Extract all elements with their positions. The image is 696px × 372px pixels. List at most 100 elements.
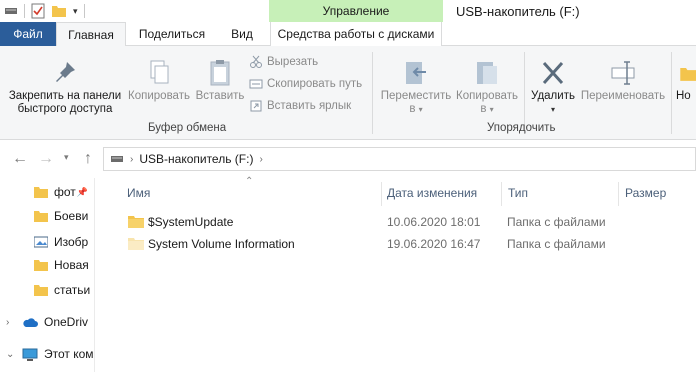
delete-label: Удалить: [531, 90, 575, 102]
file-row[interactable]: System Volume Information 19.06.2020 16:…: [122, 233, 696, 255]
column-header-date[interactable]: Дата изменения: [387, 178, 477, 208]
breadcrumb-chevron-icon[interactable]: ›: [130, 154, 133, 165]
copy-path-button[interactable]: Скопировать путь: [249, 77, 362, 91]
nav-item-this-pc[interactable]: ⌄ Этот ком: [0, 343, 94, 365]
column-separator[interactable]: [501, 182, 502, 206]
pictures-icon: [34, 236, 48, 248]
expand-chevron-icon[interactable]: ›: [6, 317, 9, 328]
shortcut-icon: [250, 100, 262, 112]
copy-to-icon: [477, 62, 497, 84]
column-header-type[interactable]: Тип: [508, 178, 528, 208]
quick-access-toolbar: ▾: [4, 3, 85, 19]
move-to-label-line2: в ▾: [409, 103, 423, 115]
pin-quick-access-button[interactable]: Закрепить на панели быстрого доступа: [6, 58, 124, 116]
file-list: ⌃ Имя Дата изменения Тип Размер $SystemU…: [95, 176, 696, 372]
nav-item-quick-1[interactable]: фот 📌: [0, 181, 94, 203]
nav-item-quick-5[interactable]: статьи: [0, 279, 94, 301]
nav-item-label: Боеви: [54, 209, 89, 223]
nav-item-label: Новая: [54, 258, 89, 272]
computer-icon: [22, 348, 38, 361]
breadcrumb-location[interactable]: USB-накопитель (F:): [139, 152, 253, 166]
move-to-button[interactable]: Переместить в ▾: [378, 58, 454, 116]
file-type: Папка с файлами: [507, 237, 606, 251]
forward-arrow-icon[interactable]: →: [38, 150, 54, 168]
rename-button[interactable]: Переименовать: [578, 58, 668, 103]
paste-label: Вставить: [195, 90, 245, 102]
file-type: Папка с файлами: [507, 215, 606, 229]
hidden-folder-icon: [128, 238, 144, 250]
clipboard-group-label: Буфер обмена: [148, 122, 227, 134]
back-arrow-icon[interactable]: ←: [12, 150, 28, 168]
file-date: 19.06.2020 16:47: [387, 237, 481, 251]
column-header-name[interactable]: Имя: [127, 178, 150, 208]
properties-icon[interactable]: [31, 3, 45, 19]
copy-to-button[interactable]: Копировать в ▾: [454, 58, 520, 116]
copy-button[interactable]: Копировать: [124, 58, 194, 103]
copy-path-icon: [249, 79, 263, 89]
nav-item-label: Изобр: [54, 235, 89, 249]
address-bar[interactable]: › USB-накопитель (F:) ›: [103, 147, 696, 171]
column-header-size[interactable]: Размер: [625, 178, 666, 208]
file-date: 10.06.2020 18:01: [387, 215, 481, 229]
sort-ascending-icon: ⌃: [245, 176, 254, 187]
up-arrow-icon[interactable]: ↑: [84, 150, 92, 168]
pin-icon: 📌: [76, 186, 88, 197]
file-row[interactable]: $SystemUpdate 10.06.2020 18:01 Папка с ф…: [122, 211, 696, 233]
folder-icon: [34, 260, 48, 271]
column-separator[interactable]: [618, 182, 619, 206]
qat-separator: [83, 4, 85, 18]
delete-x-icon: [542, 61, 564, 85]
folder-icon: [34, 285, 48, 296]
tab-share[interactable]: Поделиться: [128, 22, 216, 46]
folder-icon: [34, 211, 48, 222]
window-title: USB-накопитель (F:): [456, 4, 580, 19]
pin-label-line2: быстрого доступа: [17, 103, 113, 115]
folder-icon: [128, 216, 144, 228]
delete-dropdown-icon[interactable]: ▾: [551, 103, 555, 116]
navigation-bar: ← → ▾ ↑ › USB-накопитель (F:) ›: [0, 140, 696, 178]
copy-label: Копировать: [128, 90, 190, 102]
nav-item-quick-2[interactable]: Боеви: [0, 205, 94, 227]
ribbon-tab-strip: Файл Главная Поделиться Вид Средства раб…: [0, 22, 696, 47]
folder-icon: [34, 187, 48, 198]
rename-icon: [611, 61, 635, 85]
tab-view[interactable]: Вид: [218, 22, 266, 46]
clipboard-icon: [210, 60, 230, 86]
new-folder-icon[interactable]: [51, 4, 67, 18]
drive-icon: [5, 8, 17, 14]
new-folder-label: Но: [676, 90, 691, 102]
move-to-icon: [406, 62, 426, 84]
expand-chevron-down-icon[interactable]: ⌄: [6, 349, 14, 360]
drive-icon: [111, 156, 123, 162]
breadcrumb-chevron-icon[interactable]: ›: [259, 154, 262, 165]
cut-label: Вырезать: [267, 56, 319, 68]
column-separator[interactable]: [381, 182, 382, 206]
scissors-icon: [250, 55, 262, 68]
nav-item-label: статьи: [54, 283, 91, 297]
qat-separator: [24, 4, 25, 18]
paste-button[interactable]: Вставить: [194, 58, 246, 103]
tab-home[interactable]: Главная: [56, 22, 126, 47]
ribbon-home: Закрепить на панели быстрого доступа Коп…: [0, 46, 696, 140]
recent-locations-icon[interactable]: ▾: [64, 152, 69, 163]
qat-dropdown-icon[interactable]: ▾: [73, 6, 78, 17]
nav-item-onedrive[interactable]: › OneDriv: [0, 311, 94, 333]
cut-button[interactable]: Вырезать: [249, 55, 318, 69]
paste-shortcut-button[interactable]: Вставить ярлык: [249, 99, 351, 113]
delete-button[interactable]: Удалить ▾: [526, 58, 580, 116]
copy-to-label-line2: в ▾: [480, 103, 494, 115]
tab-disk-tools[interactable]: Средства работы с дисками: [270, 22, 442, 46]
context-group-title: Управление: [269, 0, 443, 22]
paste-shortcut-label: Вставить ярлык: [267, 100, 352, 112]
new-folder-button[interactable]: Но: [676, 58, 696, 103]
nav-item-quick-4[interactable]: Новая: [0, 254, 94, 276]
nav-item-label: OneDriv: [44, 315, 89, 329]
navigation-pane: фот 📌 Боеви Изобр Новая статьи › OneDriv…: [0, 178, 95, 372]
nav-item-pictures[interactable]: Изобр: [0, 231, 94, 253]
file-name: $SystemUpdate: [148, 215, 234, 229]
new-folder-icon: [680, 68, 696, 81]
rename-label: Переименовать: [580, 90, 666, 102]
file-name: System Volume Information: [148, 237, 295, 251]
tab-file[interactable]: Файл: [0, 22, 56, 46]
copy-to-label-line1: Копировать: [456, 90, 518, 102]
